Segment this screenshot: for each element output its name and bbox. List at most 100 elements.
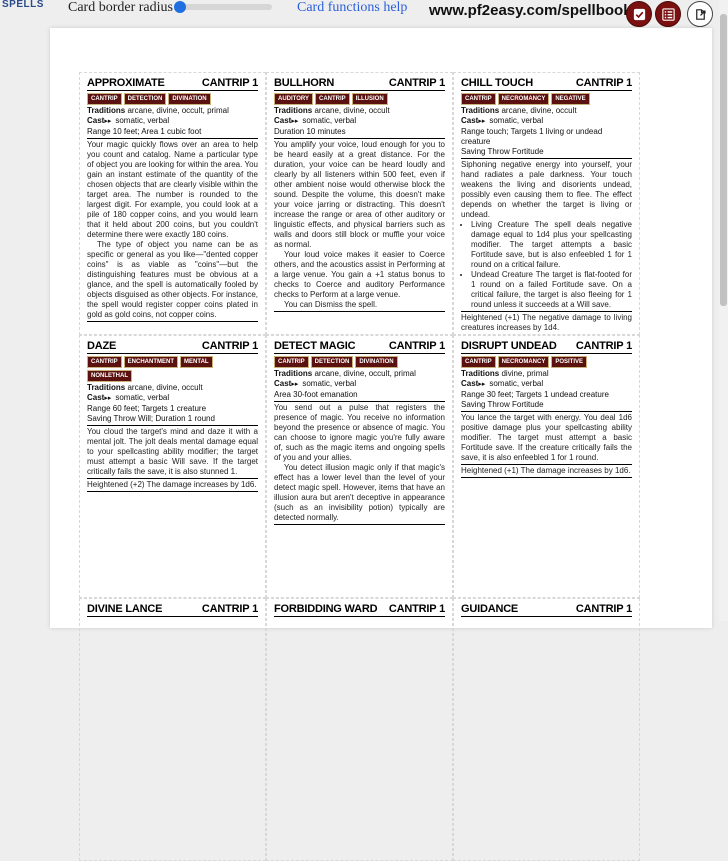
spell-level: CANTRIP 1: [388, 77, 445, 89]
cast-label: Cast: [274, 116, 292, 125]
trait-badge: CANTRIP: [315, 93, 350, 105]
list-button[interactable]: [655, 1, 681, 27]
trait-badge: NONLETHAL: [87, 370, 132, 382]
trait-badge: CANTRIP: [87, 356, 122, 368]
spell-name: BULLHORN: [274, 77, 335, 89]
check-button[interactable]: [626, 1, 652, 27]
card-header: BULLHORN CANTRIP 1: [274, 76, 445, 91]
cast-label: Cast: [87, 393, 105, 402]
traditions-value: arcane, divine, occult: [501, 106, 577, 115]
trait-badge: NECROMANCY: [497, 356, 550, 368]
stat-line: Range 30 feet; Targets 1 undead creature: [461, 390, 609, 399]
spell-name: APPROXIMATE: [87, 77, 165, 89]
trait-badge: DIVINATION: [355, 356, 398, 368]
stat-line: Range 10 feet; Area 1 cubic foot: [87, 127, 202, 136]
site-url: www.pf2easy.com/spellbook: [429, 2, 632, 19]
card-header: APPROXIMATE CANTRIP 1: [87, 76, 258, 91]
cast-line: Cast ▸▸ somatic, verbal: [461, 116, 632, 127]
spell-card[interactable]: APPROXIMATE CANTRIP 1 CANTRIP DETECTION DIVI…: [79, 72, 266, 335]
card-functions-help-link[interactable]: Card functions help: [297, 0, 407, 16]
traditions-label: Traditions: [87, 106, 126, 115]
divider: [274, 138, 445, 139]
trait-list: CANTRIP DETECTION DIVINATION: [87, 93, 258, 105]
spell-description: You amplify your voice, loud enough for …: [274, 140, 445, 310]
cast-line: Cast ▸▸ somatic, verbal: [87, 116, 258, 127]
cast-label: Cast: [461, 116, 479, 125]
card-header: FORBIDDING WARD CANTRIP 1: [274, 602, 445, 617]
description-paragraph: The type of object you name can be as sp…: [87, 240, 258, 319]
cast-label: Cast: [461, 379, 479, 388]
spell-level: CANTRIP 1: [388, 340, 445, 352]
spell-name: FORBIDDING WARD: [274, 603, 378, 615]
two-actions-icon: ▸▸: [478, 381, 486, 388]
spell-level: CANTRIP 1: [201, 603, 258, 615]
divider: [87, 138, 258, 139]
spell-card[interactable]: DAZE CANTRIP 1 CANTRIP ENCHANTMENT MENTAL NON…: [79, 335, 266, 598]
spell-description: Siphoning negative energy into yourself,…: [461, 160, 632, 310]
cast-value: somatic, verbal: [115, 393, 170, 402]
two-actions-icon: ▸▸: [291, 118, 299, 125]
trait-badge: CANTRIP: [87, 93, 122, 105]
scrollbar-thumb[interactable]: [720, 14, 727, 306]
slider-thumb[interactable]: [174, 1, 186, 13]
page-scrollbar[interactable]: [719, 0, 728, 621]
trait-list: CANTRIP DETECTION DIVINATION: [274, 356, 445, 368]
cast-label: Cast: [274, 379, 292, 388]
traditions-label: Traditions: [461, 106, 500, 115]
spell-name: DISRUPT UNDEAD: [461, 340, 557, 352]
export-icon: [695, 8, 706, 20]
trait-badge: DIVINATION: [168, 93, 211, 105]
cast-value: somatic, verbal: [302, 116, 357, 125]
divider: [87, 478, 258, 479]
traditions-value: arcane, divine, occult, primal: [127, 106, 229, 115]
spell-card[interactable]: CHILL TOUCH CANTRIP 1 CANTRIP NECROMANCY NEG…: [453, 72, 640, 335]
description-paragraph: Your loud voice makes it easier to Coerc…: [274, 250, 445, 299]
spell-card[interactable]: GUIDANCE CANTRIP 1: [453, 598, 640, 861]
heightened-line: Heightened (+2) The damage increases by …: [87, 480, 257, 489]
traditions-value: arcane, divine, occult, primal: [314, 369, 416, 378]
card-header: DETECT MAGIC CANTRIP 1: [274, 339, 445, 354]
description-paragraph: You amplify your voice, loud enough for …: [274, 140, 445, 249]
card-border-slider[interactable]: [174, 1, 272, 13]
traditions-label: Traditions: [87, 383, 126, 392]
spell-card[interactable]: DISRUPT UNDEAD CANTRIP 1 CANTRIP NECROMANCY…: [453, 335, 640, 598]
spell-description: You send out a pulse that registers the …: [274, 403, 445, 523]
spells-tag[interactable]: SPELLS: [2, 0, 44, 10]
description-paragraph: Siphoning negative energy into yourself,…: [461, 160, 632, 219]
spell-name: CHILL TOUCH: [461, 77, 533, 89]
divider: [274, 401, 445, 402]
cast-line: Cast ▸▸ somatic, verbal: [274, 116, 445, 127]
trait-list: CANTRIP ENCHANTMENT MENTAL NONLETHAL: [87, 356, 258, 382]
traditions-label: Traditions: [274, 369, 313, 378]
spell-description: Your magic quickly flows over an area to…: [87, 140, 258, 320]
spell-card[interactable]: FORBIDDING WARD CANTRIP 1: [266, 598, 453, 861]
toolbar: SPELLS Card border radius Card functions…: [0, 0, 728, 28]
trait-list: CANTRIP NECROMANCY POSITIVE: [461, 356, 632, 368]
cast-value: somatic, verbal: [302, 379, 357, 388]
effect-item: Undead Creature The target is flat-foote…: [471, 270, 632, 310]
stat-line: Duration 10 minutes: [274, 127, 346, 136]
divider: [274, 311, 445, 312]
card-border-label: Card border radius: [68, 0, 173, 15]
spell-name: DETECT MAGIC: [274, 340, 356, 352]
spell-card[interactable]: DETECT MAGIC CANTRIP 1 CANTRIP DETECTION DIV…: [266, 335, 453, 598]
stat-line: Range 60 feet; Targets 1 creature: [87, 404, 207, 413]
two-actions-icon: ▸▸: [104, 395, 112, 402]
effect-item: Living Creature The spell deals negative…: [471, 220, 632, 270]
description-paragraph: You detect illusion magic only if that m…: [274, 463, 445, 522]
trait-badge: CANTRIP: [461, 93, 496, 105]
traditions-value: arcane, divine, occult: [314, 106, 390, 115]
list-icon: [661, 7, 675, 21]
spell-card[interactable]: DIVINE LANCE CANTRIP 1: [79, 598, 266, 861]
cast-label: Cast: [87, 116, 105, 125]
cast-value: somatic, verbal: [489, 116, 544, 125]
spell-card[interactable]: BULLHORN CANTRIP 1 AUDITORY CANTRIP ILLUSION…: [266, 72, 453, 335]
traditions-line: Traditions divine, primal: [461, 369, 632, 379]
heightened-line: Heightened (+1) The negative damage to l…: [461, 313, 632, 332]
traditions-line: Traditions arcane, divine, occult: [87, 383, 258, 393]
trait-badge: MENTAL: [180, 356, 213, 368]
traditions-line: Traditions arcane, divine, occult, prima…: [87, 106, 258, 116]
export-button[interactable]: [687, 1, 713, 27]
divider: [87, 321, 258, 322]
description-paragraph: You can Dismiss the spell.: [284, 300, 378, 309]
